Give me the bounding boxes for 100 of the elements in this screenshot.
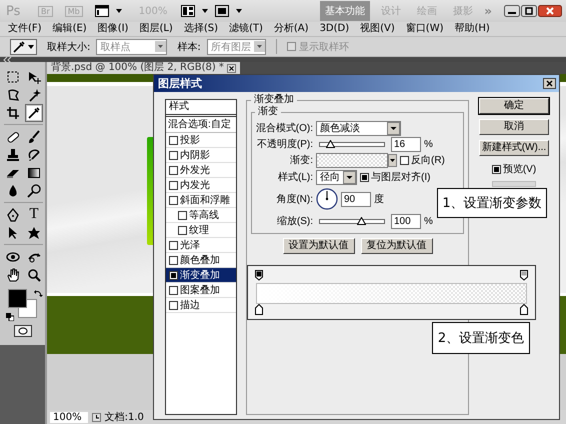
menu-item[interactable]: 帮助(H): [454, 23, 490, 35]
zoom-icon[interactable]: [27, 268, 41, 282]
effect-item[interactable]: 描边: [166, 298, 236, 313]
menu-item[interactable]: 窗口(W): [406, 23, 444, 35]
sample-dropdown[interactable]: 所有图层: [206, 38, 266, 54]
effect-checkbox[interactable]: [178, 226, 187, 234]
styles-header[interactable]: 样式: [166, 100, 236, 117]
swap-arrow-icon[interactable]: [34, 289, 43, 298]
gradient-icon[interactable]: [27, 166, 41, 180]
effect-checkbox[interactable]: [169, 240, 178, 250]
minimize-icon[interactable]: [504, 5, 520, 17]
menu-item[interactable]: 图层(L): [139, 23, 173, 35]
style-dropdown[interactable]: 径向: [316, 170, 357, 184]
effect-checkbox[interactable]: [169, 196, 178, 204]
arrange-icon[interactable]: [181, 5, 196, 17]
gradient-picker[interactable]: [316, 152, 397, 168]
menu-item[interactable]: 视图(V): [360, 23, 395, 35]
angle-field[interactable]: 90: [341, 192, 371, 206]
menu-item[interactable]: 图像(I): [98, 23, 128, 35]
effect-label: 斜面和浮雕: [180, 194, 230, 207]
effect-item[interactable]: 图案叠加: [166, 283, 236, 298]
opacity-slider[interactable]: [319, 142, 385, 146]
cancel-button[interactable]: 取消: [479, 119, 549, 135]
effect-checkbox[interactable]: [169, 180, 178, 190]
menu-item[interactable]: 滤镜(T): [228, 23, 263, 35]
effect-label: 颜色叠加: [180, 254, 220, 267]
effect-item[interactable]: 光泽: [166, 238, 236, 253]
scale-field[interactable]: 100: [391, 214, 421, 228]
menu-item[interactable]: 编辑(E): [52, 23, 87, 35]
effect-checkbox[interactable]: [169, 136, 178, 144]
screen-view-icon[interactable]: [94, 5, 109, 17]
slider-thumb[interactable]: [356, 216, 366, 224]
menu-item[interactable]: 3D(D): [320, 23, 350, 35]
ok-button[interactable]: 确定: [479, 98, 549, 114]
close-icon[interactable]: [226, 64, 236, 72]
magic-wand-icon[interactable]: [27, 88, 41, 102]
scale-slider[interactable]: [319, 218, 385, 224]
menu-item[interactable]: 分析(A): [274, 23, 309, 35]
caret-icon[interactable]: [201, 7, 210, 15]
effect-item[interactable]: 投影: [166, 133, 236, 148]
effect-item[interactable]: 等高线: [166, 208, 236, 223]
info-icon[interactable]: [92, 412, 101, 422]
color-stop-icon[interactable]: [255, 304, 263, 315]
effect-item[interactable]: 内阴影: [166, 148, 236, 163]
maximize-icon[interactable]: [521, 5, 537, 17]
opacity-stop-icon[interactable]: [255, 270, 263, 281]
sample-size-dropdown[interactable]: 取样点: [96, 38, 168, 54]
stamp-icon[interactable]: [6, 148, 20, 162]
color-swatches-drawing[interactable]: [8, 289, 38, 319]
effect-item[interactable]: 外发光: [166, 163, 236, 178]
effect-checkbox[interactable]: [169, 286, 178, 294]
preview-checkbox[interactable]: 预览(V): [492, 162, 536, 176]
effect-checkbox[interactable]: [178, 210, 187, 220]
angle-dial[interactable]: [316, 188, 338, 210]
preview-swatch: [492, 181, 536, 187]
screen-mode-icon[interactable]: [215, 5, 230, 17]
quick-mask-button[interactable]: [14, 325, 32, 337]
effect-checkbox[interactable]: [169, 300, 178, 310]
effect-item[interactable]: 内发光: [166, 178, 236, 193]
effect-item[interactable]: 纹理: [166, 223, 236, 238]
collapse-icon[interactable]: [3, 56, 13, 62]
pen-icon[interactable]: [6, 208, 20, 222]
effect-checkbox[interactable]: [169, 166, 178, 174]
eyedropper-icon[interactable]: [27, 106, 41, 120]
blending-options-item[interactable]: 混合选项:自定: [166, 117, 236, 133]
make-default-button[interactable]: 设置为默认值: [282, 238, 354, 254]
opacity-stop-icon[interactable]: [520, 270, 528, 281]
caret-icon[interactable]: [114, 7, 123, 15]
effect-item[interactable]: 渐变叠加: [166, 268, 236, 283]
close-icon[interactable]: [543, 78, 556, 89]
type-tool-button[interactable]: T: [25, 206, 43, 223]
move-icon[interactable]: [27, 70, 41, 84]
default-colors-icon[interactable]: [6, 313, 14, 321]
effect-item[interactable]: 斜面和浮雕: [166, 193, 236, 208]
new-style-button[interactable]: 新建样式(W)...: [479, 140, 549, 156]
blend-mode-dropdown[interactable]: 颜色减淡: [316, 120, 401, 136]
lasso-icon[interactable]: [6, 88, 20, 102]
menu-item[interactable]: 文件(F): [8, 23, 42, 35]
effect-checkbox[interactable]: [169, 256, 178, 264]
effect-checkbox[interactable]: [169, 270, 178, 280]
marquee-icon[interactable]: [6, 70, 20, 84]
menu-item[interactable]: 选择(S): [184, 23, 218, 35]
opacity-field[interactable]: 16: [391, 136, 421, 152]
reverse-checkbox[interactable]: 反向(R): [400, 153, 445, 167]
effect-checkbox[interactable]: [169, 150, 178, 160]
tool-preset-picker[interactable]: [10, 38, 37, 54]
brush-icon[interactable]: [27, 130, 41, 144]
hand-icon[interactable]: [6, 268, 20, 282]
crop-icon[interactable]: [6, 106, 20, 120]
star-shape-icon[interactable]: [27, 226, 41, 240]
zoom-field[interactable]: 100%: [50, 412, 88, 422]
caret-icon[interactable]: [235, 7, 244, 15]
color-stop-icon[interactable]: [520, 304, 528, 315]
history-brush-icon[interactable]: [27, 148, 41, 162]
opacity-label: 不透明度(P):: [256, 138, 313, 151]
close-icon[interactable]: [538, 5, 562, 17]
reset-default-button[interactable]: 复位为默认值: [360, 238, 432, 254]
document-tab[interactable]: 背景.psd @ 100% (图层 2, RGB(8) *: [47, 62, 240, 74]
align-with-layer-checkbox[interactable]: 与图层对齐(I): [360, 170, 430, 184]
slider-thumb[interactable]: [326, 140, 336, 148]
